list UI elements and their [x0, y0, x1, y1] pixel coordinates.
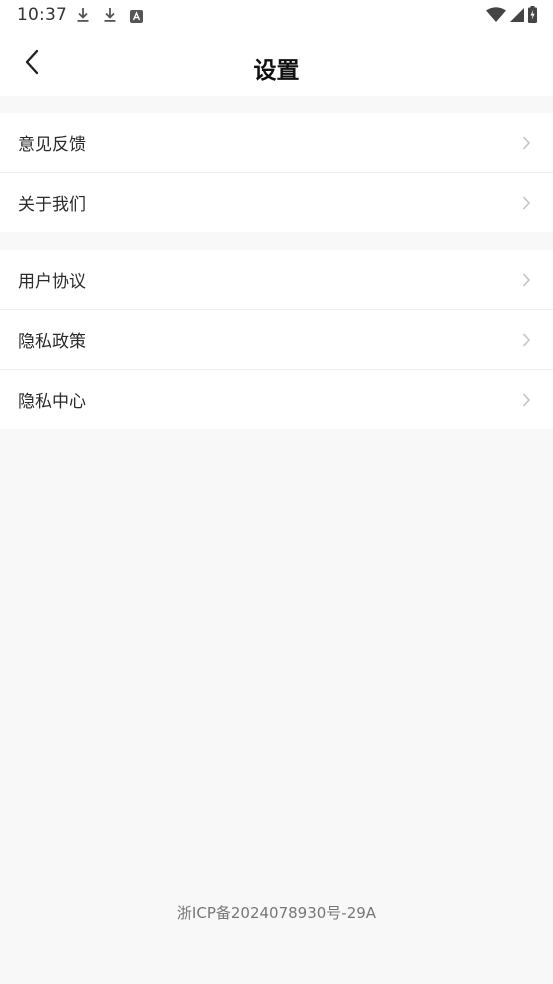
settings-item-label: 用户协议	[18, 272, 86, 292]
settings-item-about-us[interactable]: 关于我们	[0, 172, 553, 232]
cell-signal-icon	[510, 7, 524, 27]
settings-item-label: 隐私政策	[18, 332, 86, 352]
settings-item-label: 意见反馈	[18, 135, 86, 155]
status-time: 10:37	[17, 5, 67, 25]
chevron-right-icon	[521, 392, 531, 408]
chevron-right-icon	[521, 135, 531, 151]
chevron-right-icon	[521, 332, 531, 348]
icp-license-text: 浙ICP备2024078930号-29A	[176, 904, 377, 922]
settings-group-general: 意见反馈 关于我们	[0, 113, 553, 232]
settings-item-privacy-center[interactable]: 隐私中心	[0, 369, 553, 429]
app-header: 设置	[0, 32, 553, 96]
settings-item-privacy-policy[interactable]: 隐私政策	[0, 309, 553, 369]
page-title: 设置	[253, 58, 300, 84]
status-bar: 10:37	[0, 0, 553, 32]
settings-group-legal: 用户协议 隐私政策 隐私中心	[0, 250, 553, 429]
battery-charging-icon	[528, 6, 537, 27]
accessibility-a-icon	[130, 8, 144, 24]
settings-item-label: 关于我们	[18, 195, 86, 215]
settings-item-label: 隐私中心	[18, 392, 86, 412]
chevron-right-icon	[521, 195, 531, 211]
wifi-icon	[486, 6, 506, 27]
settings-item-feedback[interactable]: 意见反馈	[0, 113, 553, 172]
download-icon	[76, 7, 90, 23]
settings-item-user-agreement[interactable]: 用户协议	[0, 250, 553, 309]
chevron-right-icon	[521, 272, 531, 288]
download-icon	[103, 7, 117, 23]
